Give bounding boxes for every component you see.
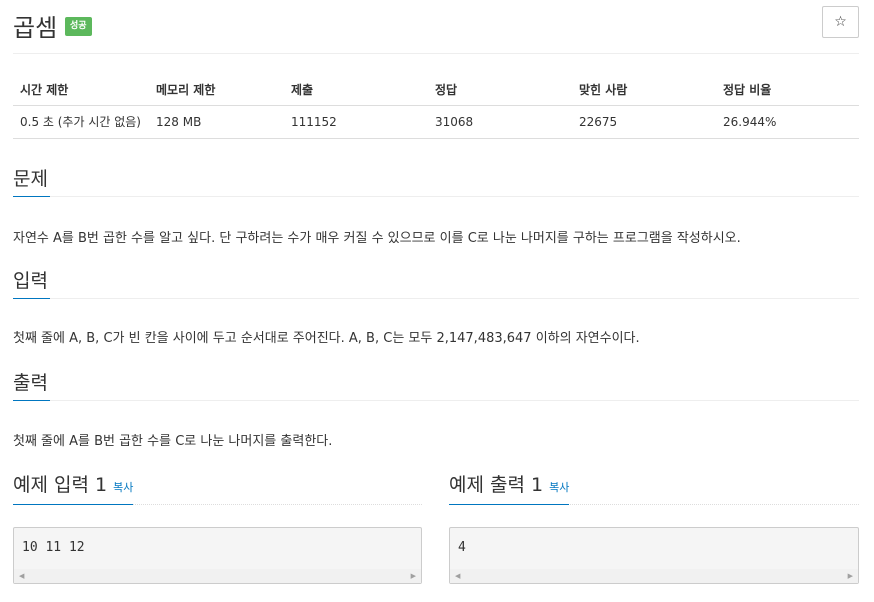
value-accepted: 31068 — [428, 105, 572, 139]
value-solved-users: 22675 — [572, 105, 716, 139]
header-solved-users: 맞힌 사람 — [572, 75, 716, 106]
copy-sample-input-link[interactable]: 복사 — [113, 481, 133, 494]
problem-info-table: 시간 제한 메모리 제한 제출 정답 맞힌 사람 정답 비율 0.5 초 (추가… — [13, 75, 859, 139]
value-time-limit: 0.5 초 (추가 시간 없음) — [13, 105, 149, 139]
sample-output-title: 예제 출력 1 복사 — [449, 472, 570, 505]
sample-input-header: 예제 입력 1 복사 — [13, 472, 422, 505]
sample-input-title-text: 예제 입력 1 — [13, 474, 108, 496]
scroll-right-icon[interactable]: ▶ — [848, 572, 853, 580]
header-memory-limit: 메모리 제한 — [149, 75, 284, 106]
output-section-header: 출력 — [13, 371, 859, 401]
value-submissions: 111152 — [284, 105, 428, 139]
sample-input-title: 예제 입력 1 복사 — [13, 472, 134, 505]
sample-output-scrollbar[interactable]: ◀ ▶ — [450, 569, 858, 583]
problem-section-title: 문제 — [13, 167, 50, 197]
input-section-header: 입력 — [13, 269, 859, 299]
input-section-title: 입력 — [13, 269, 50, 299]
sample-output-title-text: 예제 출력 1 — [449, 474, 544, 496]
info-value-row: 0.5 초 (추가 시간 없음) 128 MB 111152 31068 226… — [13, 105, 859, 139]
problem-section-header: 문제 — [13, 167, 859, 197]
header-submissions: 제출 — [284, 75, 428, 106]
scroll-right-icon[interactable]: ▶ — [411, 572, 416, 580]
sample-input-box[interactable]: 10 11 12 ◀ ▶ — [13, 527, 422, 584]
value-accept-ratio: 26.944% — [716, 105, 859, 139]
status-badge: 성공 — [65, 17, 92, 36]
sample-output-header: 예제 출력 1 복사 — [449, 472, 859, 505]
header-time-limit: 시간 제한 — [13, 75, 149, 106]
scroll-left-icon[interactable]: ◀ — [19, 572, 24, 580]
scroll-left-icon[interactable]: ◀ — [455, 572, 460, 580]
sample-output-box[interactable]: 4 ◀ ▶ — [449, 527, 859, 584]
sample-input-scrollbar[interactable]: ◀ ▶ — [14, 569, 421, 583]
value-memory-limit: 128 MB — [149, 105, 284, 139]
problem-title: 곱셈 — [13, 14, 58, 42]
output-description: 첫째 줄에 A를 B번 곱한 수를 C로 나눈 나머지를 출력한다. — [13, 434, 333, 449]
info-header-row: 시간 제한 메모리 제한 제출 정답 맞힌 사람 정답 비율 — [13, 75, 859, 106]
header-accept-ratio: 정답 비율 — [716, 75, 859, 106]
input-description: 첫째 줄에 A, B, C가 빈 칸을 사이에 두고 순서대로 주어진다. A,… — [13, 331, 640, 346]
star-button[interactable]: ☆ — [822, 6, 859, 38]
problem-description: 자연수 A를 B번 곱한 수를 알고 싶다. 단 구하려는 수가 매우 커질 수… — [13, 231, 741, 246]
sample-input-content: 10 11 12 — [22, 540, 85, 555]
sample-output-content: 4 — [458, 540, 466, 555]
problem-header: 곱셈 성공 ☆ — [13, 4, 859, 54]
header-accepted: 정답 — [428, 75, 572, 106]
copy-sample-output-link[interactable]: 복사 — [549, 481, 569, 494]
output-section-title: 출력 — [13, 371, 50, 401]
